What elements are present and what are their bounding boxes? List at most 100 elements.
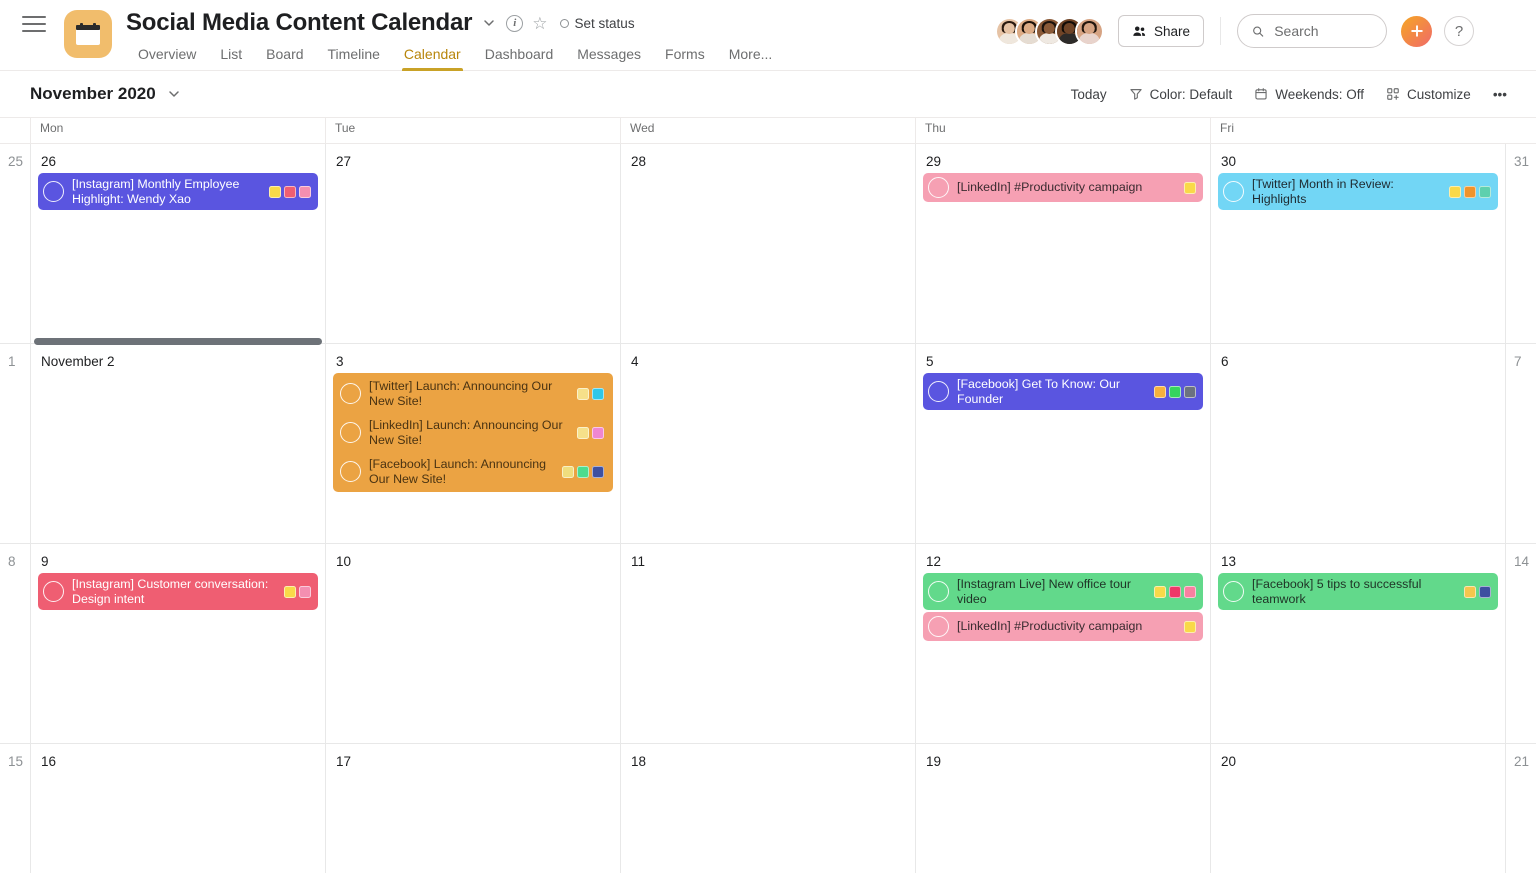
calendar-cell-weekend[interactable]: 25 <box>0 144 30 343</box>
calendar-cell-weekend[interactable]: 31 <box>1505 144 1536 343</box>
calendar-cell[interactable]: 19 <box>915 744 1210 873</box>
calendar-event[interactable]: [Facebook] 5 tips to successful teamwork <box>1218 573 1498 610</box>
member-avatars[interactable] <box>995 17 1114 46</box>
hamburger-icon[interactable] <box>22 12 46 36</box>
calendar-event[interactable]: [Twitter] Launch: Announcing Our New Sit… <box>335 375 611 412</box>
tab-more[interactable]: More... <box>717 40 785 71</box>
search-box[interactable] <box>1237 14 1387 48</box>
day-number: 28 <box>621 144 915 169</box>
calendar-cell-weekend[interactable]: 7 <box>1505 344 1536 543</box>
member-avatar[interactable] <box>1075 17 1104 46</box>
calendar-cell[interactable]: 28 <box>620 144 915 343</box>
calendar-cell[interactable]: 11 <box>620 544 915 743</box>
calendar-cell[interactable]: 12[Instagram Live] New office tour video… <box>915 544 1210 743</box>
calendar-cell[interactable]: November 2 <box>30 344 325 543</box>
day-number: 8 <box>0 544 30 569</box>
avatar[interactable] <box>1486 15 1518 47</box>
calendar-event[interactable]: [Instagram Live] New office tour video <box>923 573 1203 610</box>
project-title-block: Social Media Content Calendar i ☆ Set st… <box>126 0 995 71</box>
search-input[interactable] <box>1274 23 1372 39</box>
calendar-event[interactable]: [LinkedIn] Launch: Announcing Our New Si… <box>335 414 611 451</box>
add-button[interactable] <box>1401 16 1432 47</box>
calendar-cell[interactable]: 13[Facebook] 5 tips to successful teamwo… <box>1210 544 1505 743</box>
filter-icon <box>1129 87 1143 101</box>
task-tag <box>592 388 604 400</box>
calendar-cell[interactable]: 6 <box>1210 344 1505 543</box>
calendar-cell[interactable]: 9[Instagram] Customer conversation: Desi… <box>30 544 325 743</box>
calendar-event[interactable]: [Facebook] Launch: Announcing Our New Si… <box>335 453 611 490</box>
more-options-button[interactable]: ••• <box>1482 82 1518 107</box>
tab-dashboard[interactable]: Dashboard <box>473 40 566 71</box>
event-list: [Twitter] Month in Review: Highlights <box>1211 169 1505 210</box>
task-tag <box>269 186 281 198</box>
task-tag <box>592 427 604 439</box>
task-tags <box>1154 386 1196 398</box>
task-tags <box>1154 586 1196 598</box>
tab-forms[interactable]: Forms <box>653 40 717 71</box>
calendar-cell[interactable]: 16 <box>30 744 325 873</box>
calendar-event[interactable]: [Instagram] Customer conversation: Desig… <box>38 573 318 610</box>
calendar-cell-weekend[interactable]: 14 <box>1505 544 1536 743</box>
day-number: 1 <box>0 344 30 369</box>
calendar-cell[interactable]: 17 <box>325 744 620 873</box>
day-number: November 2 <box>31 344 325 369</box>
calendar-cell[interactable]: 29[LinkedIn] #Productivity campaign <box>915 144 1210 343</box>
chevron-down-icon[interactable] <box>166 86 182 102</box>
day-number: 7 <box>1506 344 1536 369</box>
chevron-down-icon[interactable] <box>481 15 497 31</box>
event-list: [Instagram Live] New office tour video[L… <box>916 569 1210 641</box>
task-tag <box>284 186 296 198</box>
event-title: [Instagram] Monthly Employee Highlight: … <box>72 177 261 206</box>
calendar-cell[interactable]: 18 <box>620 744 915 873</box>
calendar-cell-weekend[interactable]: 21 <box>1505 744 1536 873</box>
weekday-header: Mon Tue Wed Thu Fri <box>0 118 1536 144</box>
avatar-shoulders <box>1080 33 1100 45</box>
tab-overview[interactable]: Overview <box>126 40 208 71</box>
day-number: 20 <box>1211 744 1505 769</box>
calendar-cell[interactable]: 26[Instagram] Monthly Employee Highlight… <box>30 144 325 343</box>
toolbar-divider <box>1220 17 1221 45</box>
tab-timeline[interactable]: Timeline <box>316 40 392 71</box>
task-tag <box>577 466 589 478</box>
calendar-cell[interactable]: 4 <box>620 344 915 543</box>
calendar-cell[interactable]: 30[Twitter] Month in Review: Highlights <box>1210 144 1505 343</box>
calendar-cell[interactable]: 3[Twitter] Launch: Announcing Our New Si… <box>325 344 620 543</box>
task-tag <box>1169 586 1181 598</box>
set-status-button[interactable]: Set status <box>560 16 635 31</box>
share-button[interactable]: Share <box>1118 15 1204 47</box>
task-tag <box>1184 586 1196 598</box>
horizontal-scrollbar[interactable] <box>34 338 322 345</box>
calendar-week-row: 89[Instagram] Customer conversation: Des… <box>0 544 1536 744</box>
weekends-button[interactable]: Weekends: Off <box>1243 82 1375 107</box>
avatar-head <box>1064 23 1075 34</box>
calendar-event[interactable]: [LinkedIn] #Productivity campaign <box>923 612 1203 641</box>
month-selector[interactable]: November 2020 <box>30 84 182 104</box>
calendar-cell-weekend[interactable]: 8 <box>0 544 30 743</box>
calendar-cell[interactable]: 20 <box>1210 744 1505 873</box>
info-icon[interactable]: i <box>506 15 523 32</box>
customize-button[interactable]: Customize <box>1375 82 1482 107</box>
tab-list[interactable]: List <box>208 40 254 71</box>
calendar-event[interactable]: [Facebook] Get To Know: Our Founder <box>923 373 1203 410</box>
calendar-week-row: 15161718192021 <box>0 744 1536 873</box>
tab-board[interactable]: Board <box>254 40 315 71</box>
calendar-cell-weekend[interactable]: 1 <box>0 344 30 543</box>
calendar-cell-weekend[interactable]: 15 <box>0 744 30 873</box>
current-month-label: November 2020 <box>30 84 156 104</box>
color-button[interactable]: Color: Default <box>1118 82 1244 107</box>
calendar-cell[interactable]: 10 <box>325 544 620 743</box>
tab-messages[interactable]: Messages <box>565 40 653 71</box>
task-tag <box>1184 182 1196 194</box>
calendar-event[interactable]: [Twitter] Month in Review: Highlights <box>1218 173 1498 210</box>
help-button[interactable]: ? <box>1444 16 1474 46</box>
today-button[interactable]: Today <box>1060 82 1118 107</box>
color-label: Color: Default <box>1150 87 1233 102</box>
task-tag <box>299 586 311 598</box>
star-icon[interactable]: ☆ <box>532 15 547 32</box>
day-number: 18 <box>621 744 915 769</box>
calendar-cell[interactable]: 27 <box>325 144 620 343</box>
calendar-event[interactable]: [LinkedIn] #Productivity campaign <box>923 173 1203 202</box>
tab-calendar[interactable]: Calendar <box>392 40 473 71</box>
calendar-event[interactable]: [Instagram] Monthly Employee Highlight: … <box>38 173 318 210</box>
calendar-cell[interactable]: 5[Facebook] Get To Know: Our Founder <box>915 344 1210 543</box>
